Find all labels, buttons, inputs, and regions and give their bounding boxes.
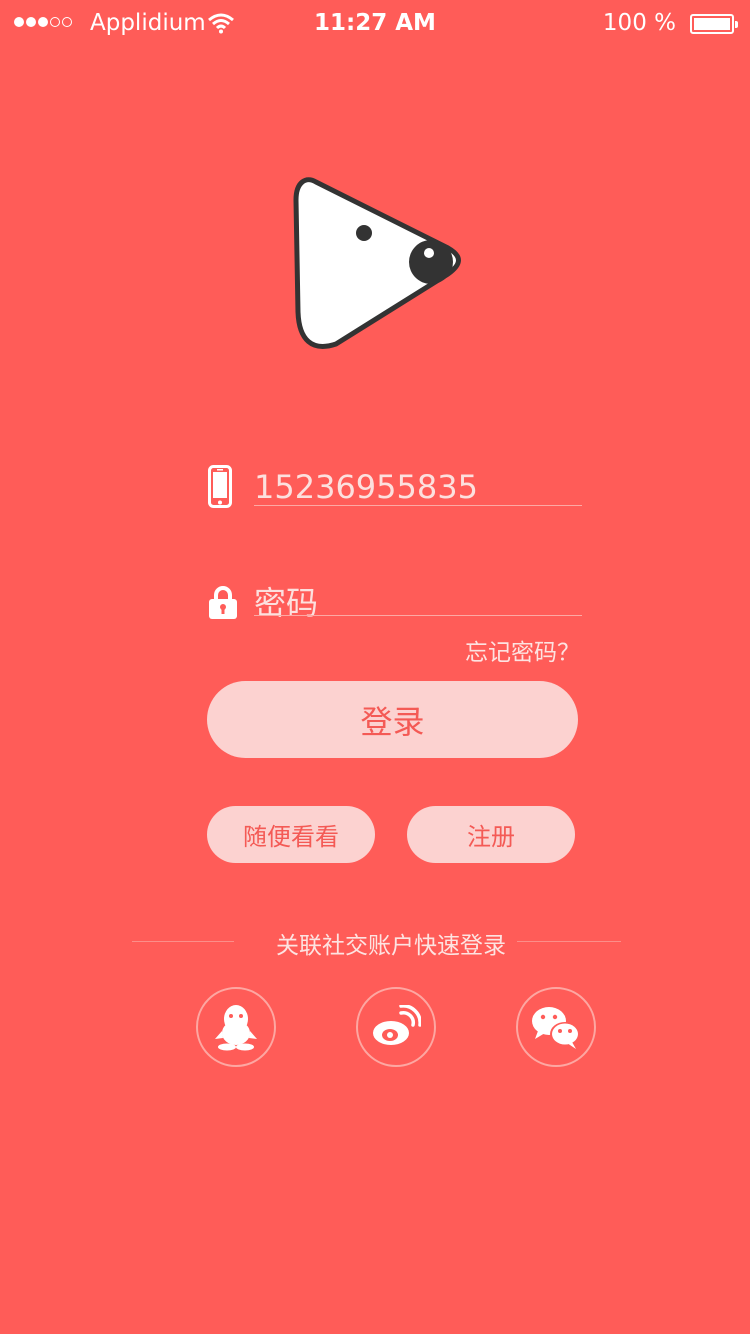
phone-field[interactable]: 15236955835 xyxy=(254,468,478,506)
app-logo xyxy=(293,177,461,349)
battery-percent: 100 % xyxy=(602,10,676,36)
weibo-icon xyxy=(373,1005,421,1045)
forgot-password-link[interactable]: 忘记密码？ xyxy=(465,633,580,667)
social-login-title: 关联社交账户快速登录 xyxy=(276,933,506,959)
login-button[interactable]: 登录 xyxy=(207,681,578,758)
phone-icon xyxy=(208,465,232,508)
register-button[interactable]: 注册 xyxy=(407,806,575,863)
qq-login-button[interactable] xyxy=(196,987,276,1067)
wechat-icon xyxy=(532,1007,580,1049)
password-field-underline xyxy=(254,615,582,616)
status-bar: Applidium 11:27 AM 100 % xyxy=(0,0,750,48)
password-field[interactable]: 密码 xyxy=(254,578,318,624)
browse-button[interactable]: 随便看看 xyxy=(207,806,375,863)
wechat-login-button[interactable] xyxy=(516,987,596,1067)
weibo-login-button[interactable] xyxy=(356,987,436,1067)
divider-right xyxy=(517,941,621,942)
phone-field-underline xyxy=(254,505,582,506)
battery-icon xyxy=(690,14,738,34)
lock-icon xyxy=(209,586,237,619)
qq-icon xyxy=(215,1005,257,1051)
